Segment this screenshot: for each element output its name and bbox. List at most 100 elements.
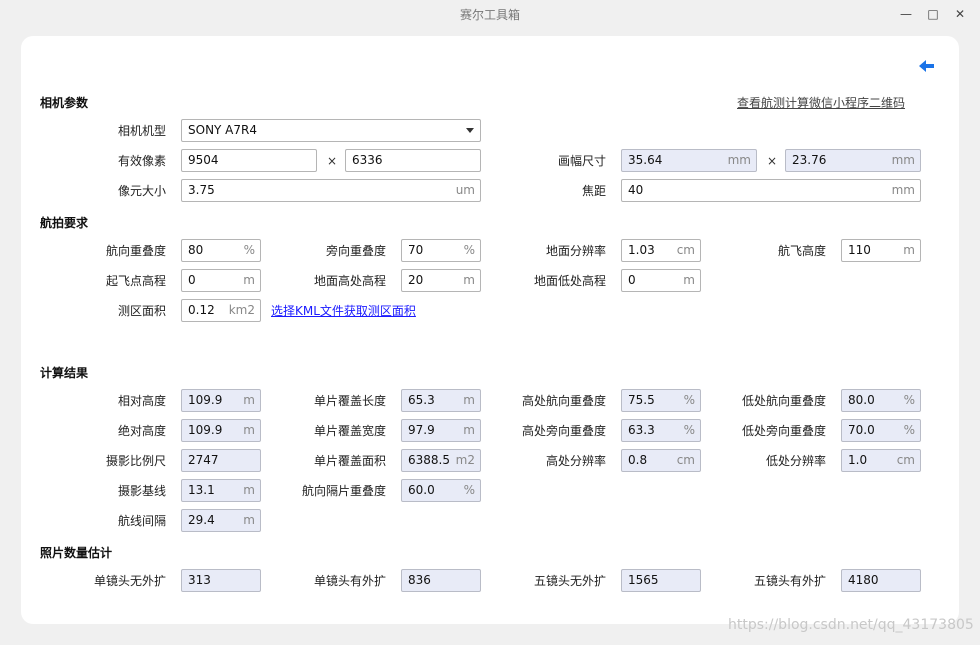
baseline-unit: m [243,483,255,497]
single-length-label: 单片覆盖长度 [313,394,386,408]
photo-scale-label: 摄影比例尺 [105,454,166,468]
low-elevation-unit: m [683,273,695,287]
frame-size-label: 画幅尺寸 [557,154,606,168]
single-width-field: 97.9 m [401,419,481,442]
section-camera: 相机参数 [40,96,89,110]
high-forward-overlap-unit: % [683,393,695,407]
pixels-height-input[interactable]: 6336 [345,149,481,172]
low-side-overlap-unit: % [903,423,915,437]
baseline-field: 13.1 m [181,479,261,502]
single-ext-field: 836 [401,569,481,592]
low-gsd-value: 1.0 [848,453,868,467]
pixel-size-input[interactable]: 3.75 um [181,179,481,202]
survey-area-value: 0.12 [188,303,215,317]
low-forward-overlap-unit: % [903,393,915,407]
low-elevation-value: 0 [628,273,636,287]
takeoff-elevation-unit: m [243,273,255,287]
five-ext-label: 五镜头有外扩 [753,574,826,588]
pixels-height-value: 6336 [352,153,383,167]
high-gsd-value: 0.8 [628,453,648,467]
single-no-ext-value: 313 [188,573,211,587]
select-kml-link[interactable]: 选择KML文件获取测区面积 [271,300,416,322]
high-forward-overlap-value: 75.5 [628,393,655,407]
wechat-qr-link[interactable]: 查看航测计算微信小程序二维码 [737,94,905,111]
flight-height-value: 110 [848,243,871,257]
gsd-input[interactable]: 1.03 cm [621,239,701,262]
forward-skip-overlap-field: 60.0 % [401,479,481,502]
side-overlap-value: 70 [408,243,424,257]
maximize-button[interactable]: □ [923,4,943,24]
line-spacing-unit: m [243,513,255,527]
absolute-height-field: 109.9 m [181,419,261,442]
single-length-field: 65.3 m [401,389,481,412]
frame-width-value: 35.64 [628,153,663,167]
five-no-ext-value: 1565 [628,573,659,587]
low-elevation-input[interactable]: 0 m [621,269,701,292]
five-no-ext-field: 1565 [621,569,701,592]
low-forward-overlap-label: 低处航向重叠度 [741,394,826,408]
photo-scale-field: 2747 [181,449,261,472]
flight-height-input[interactable]: 110 m [841,239,921,262]
high-elevation-input[interactable]: 20 m [401,269,481,292]
high-forward-overlap-field: 75.5 % [621,389,701,412]
low-forward-overlap-value: 80.0 [848,393,875,407]
focal-length-input[interactable]: 40 mm [621,179,921,202]
frame-height-unit: mm [891,153,915,167]
focal-length-value: 40 [628,183,644,197]
pixel-size-value: 3.75 [188,183,215,197]
effective-pixels-label: 有效像素 [117,154,166,168]
close-button[interactable]: ✕ [950,4,970,24]
high-side-overlap-label: 高处旁向重叠度 [521,424,606,438]
frame-width-unit: mm [727,153,751,167]
single-area-value: 6388.5 [408,453,450,467]
five-no-ext-label: 五镜头无外扩 [533,574,606,588]
takeoff-elevation-input[interactable]: 0 m [181,269,261,292]
minimize-button[interactable]: — [896,4,916,24]
single-no-ext-label: 单镜头无外扩 [93,574,166,588]
flight-height-label: 航飞高度 [777,244,826,258]
low-gsd-field: 1.0 cm [841,449,921,472]
pixel-size-unit: um [455,183,475,197]
survey-area-input[interactable]: 0.12 km2 [181,299,261,322]
single-ext-value: 836 [408,573,431,587]
takeoff-elevation-value: 0 [188,273,196,287]
forward-overlap-label: 航向重叠度 [105,244,166,258]
relative-height-field: 109.9 m [181,389,261,412]
forward-skip-overlap-value: 60.0 [408,483,435,497]
section-photo-count: 照片数量估计 [40,546,113,560]
relative-height-value: 109.9 [188,393,223,407]
camera-model-value: SONY A7R4 [188,123,257,137]
pixels-width-input[interactable]: 9504 [181,149,317,172]
forward-overlap-unit: % [243,243,255,257]
single-length-unit: m [463,393,475,407]
focal-length-label: 焦距 [581,184,606,198]
forward-overlap-value: 80 [188,243,204,257]
high-side-overlap-field: 63.3 % [621,419,701,442]
five-ext-field: 4180 [841,569,921,592]
times-sign: × [327,154,338,168]
single-area-field: 6388.5 m2 [401,449,481,472]
line-spacing-field: 29.4 m [181,509,261,532]
five-ext-value: 4180 [848,573,879,587]
single-area-label: 单片覆盖面积 [313,454,386,468]
low-side-overlap-field: 70.0 % [841,419,921,442]
absolute-height-value: 109.9 [188,423,223,437]
high-elevation-value: 20 [408,273,424,287]
pixel-size-label: 像元大小 [117,184,166,198]
low-gsd-label: 低处分辨率 [765,454,826,468]
low-elevation-label: 地面低处高程 [533,274,606,288]
high-gsd-field: 0.8 cm [621,449,701,472]
side-overlap-unit: % [463,243,475,257]
low-side-overlap-value: 70.0 [848,423,875,437]
survey-area-label: 测区面积 [117,304,166,318]
forward-overlap-input[interactable]: 80 % [181,239,261,262]
high-elevation-label: 地面高处高程 [313,274,386,288]
side-overlap-input[interactable]: 70 % [401,239,481,262]
gsd-label: 地面分辨率 [545,244,606,258]
back-arrow-icon [919,60,934,72]
camera-model-select[interactable]: SONY A7R4 [181,119,481,142]
focal-length-unit: mm [891,183,915,197]
back-button[interactable] [918,58,936,74]
section-results: 计算结果 [40,366,89,380]
single-ext-label: 单镜头有外扩 [313,574,386,588]
